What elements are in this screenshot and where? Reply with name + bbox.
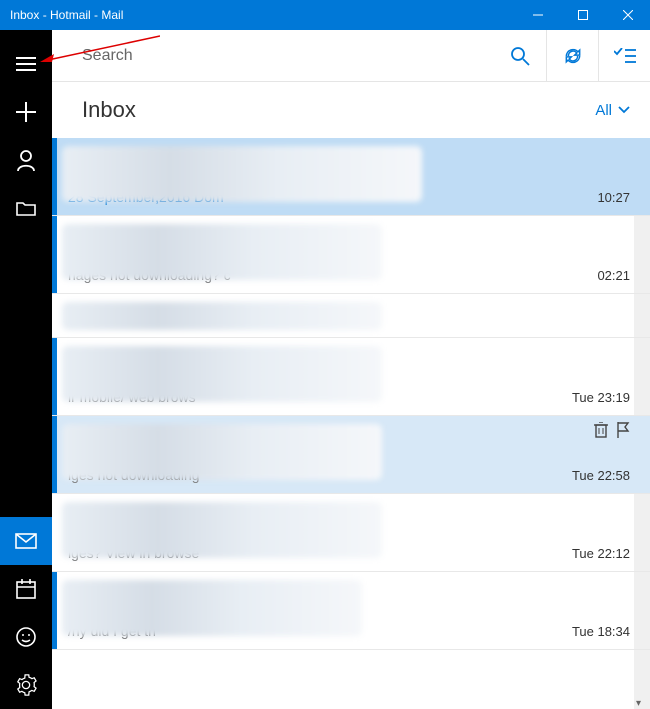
sidebar <box>0 30 52 709</box>
accounts-button[interactable] <box>0 136 52 184</box>
folder-title: Inbox <box>82 97 595 123</box>
window-title: Inbox - Hotmail - Mail <box>10 8 515 22</box>
feedback-button[interactable] <box>0 613 52 661</box>
sync-button[interactable] <box>546 30 598 82</box>
title-bar: Inbox - Hotmail - Mail <box>0 0 650 30</box>
message-item[interactable]: or the third consecutiges not downloadin… <box>52 416 650 494</box>
scroll-down-icon[interactable]: ▾ <box>636 698 641 709</box>
toolbar <box>52 30 650 82</box>
message-item[interactable]: ffers. Check now!nages not downloading? … <box>52 216 650 294</box>
search-input[interactable] <box>82 47 494 65</box>
message-time: Tue 22:12 <box>572 546 630 561</box>
redacted-sender <box>62 146 422 202</box>
message-item[interactable]: 28 September,2016 Dom10:27 <box>52 138 650 216</box>
minimize-button[interactable] <box>515 0 560 30</box>
message-time: Tue 18:34 <box>572 624 630 639</box>
hamburger-button[interactable] <box>0 40 52 88</box>
flag-icon[interactable] <box>616 422 630 438</box>
redacted-sender <box>62 224 382 280</box>
message-list[interactable]: ▴ ▾ 28 September,2016 Dom10:27ffers. Che… <box>52 138 650 709</box>
main-pane: Inbox All ▴ ▾ 28 September,2016 Dom10:27… <box>52 30 650 709</box>
calendar-button[interactable] <box>0 565 52 613</box>
search-button[interactable] <box>494 30 546 82</box>
message-time: 02:21 <box>597 268 630 283</box>
mail-button[interactable] <box>0 517 52 565</box>
message-item[interactable] <box>52 294 650 338</box>
message-item[interactable]: iges? View in browseTue 22:12 <box>52 494 650 572</box>
folders-button[interactable] <box>0 184 52 232</box>
message-item[interactable]: SALE !!!🏠🏠/hy did I get thTue 18:34 <box>52 572 650 650</box>
redacted-sender <box>62 502 382 558</box>
redacted-sender <box>62 424 382 480</box>
new-mail-button[interactable] <box>0 88 52 136</box>
maximize-button[interactable] <box>560 0 605 30</box>
close-button[interactable] <box>605 0 650 30</box>
select-mode-button[interactable] <box>598 30 650 82</box>
delete-icon[interactable] <box>594 422 608 438</box>
filter-dropdown[interactable]: All <box>595 102 630 119</box>
folder-header: Inbox All <box>52 82 650 138</box>
redacted-sender <box>62 580 362 636</box>
filter-label: All <box>595 102 612 119</box>
chevron-down-icon <box>618 106 630 114</box>
message-time: Tue 22:58 <box>572 468 630 483</box>
redacted-sender <box>62 302 382 330</box>
message-item[interactable]: ir mobile/ web browsTue 23:19 <box>52 338 650 416</box>
message-time: Tue 23:19 <box>572 390 630 405</box>
settings-button[interactable] <box>0 661 52 709</box>
message-time: 10:27 <box>597 190 630 205</box>
redacted-sender <box>62 346 382 402</box>
